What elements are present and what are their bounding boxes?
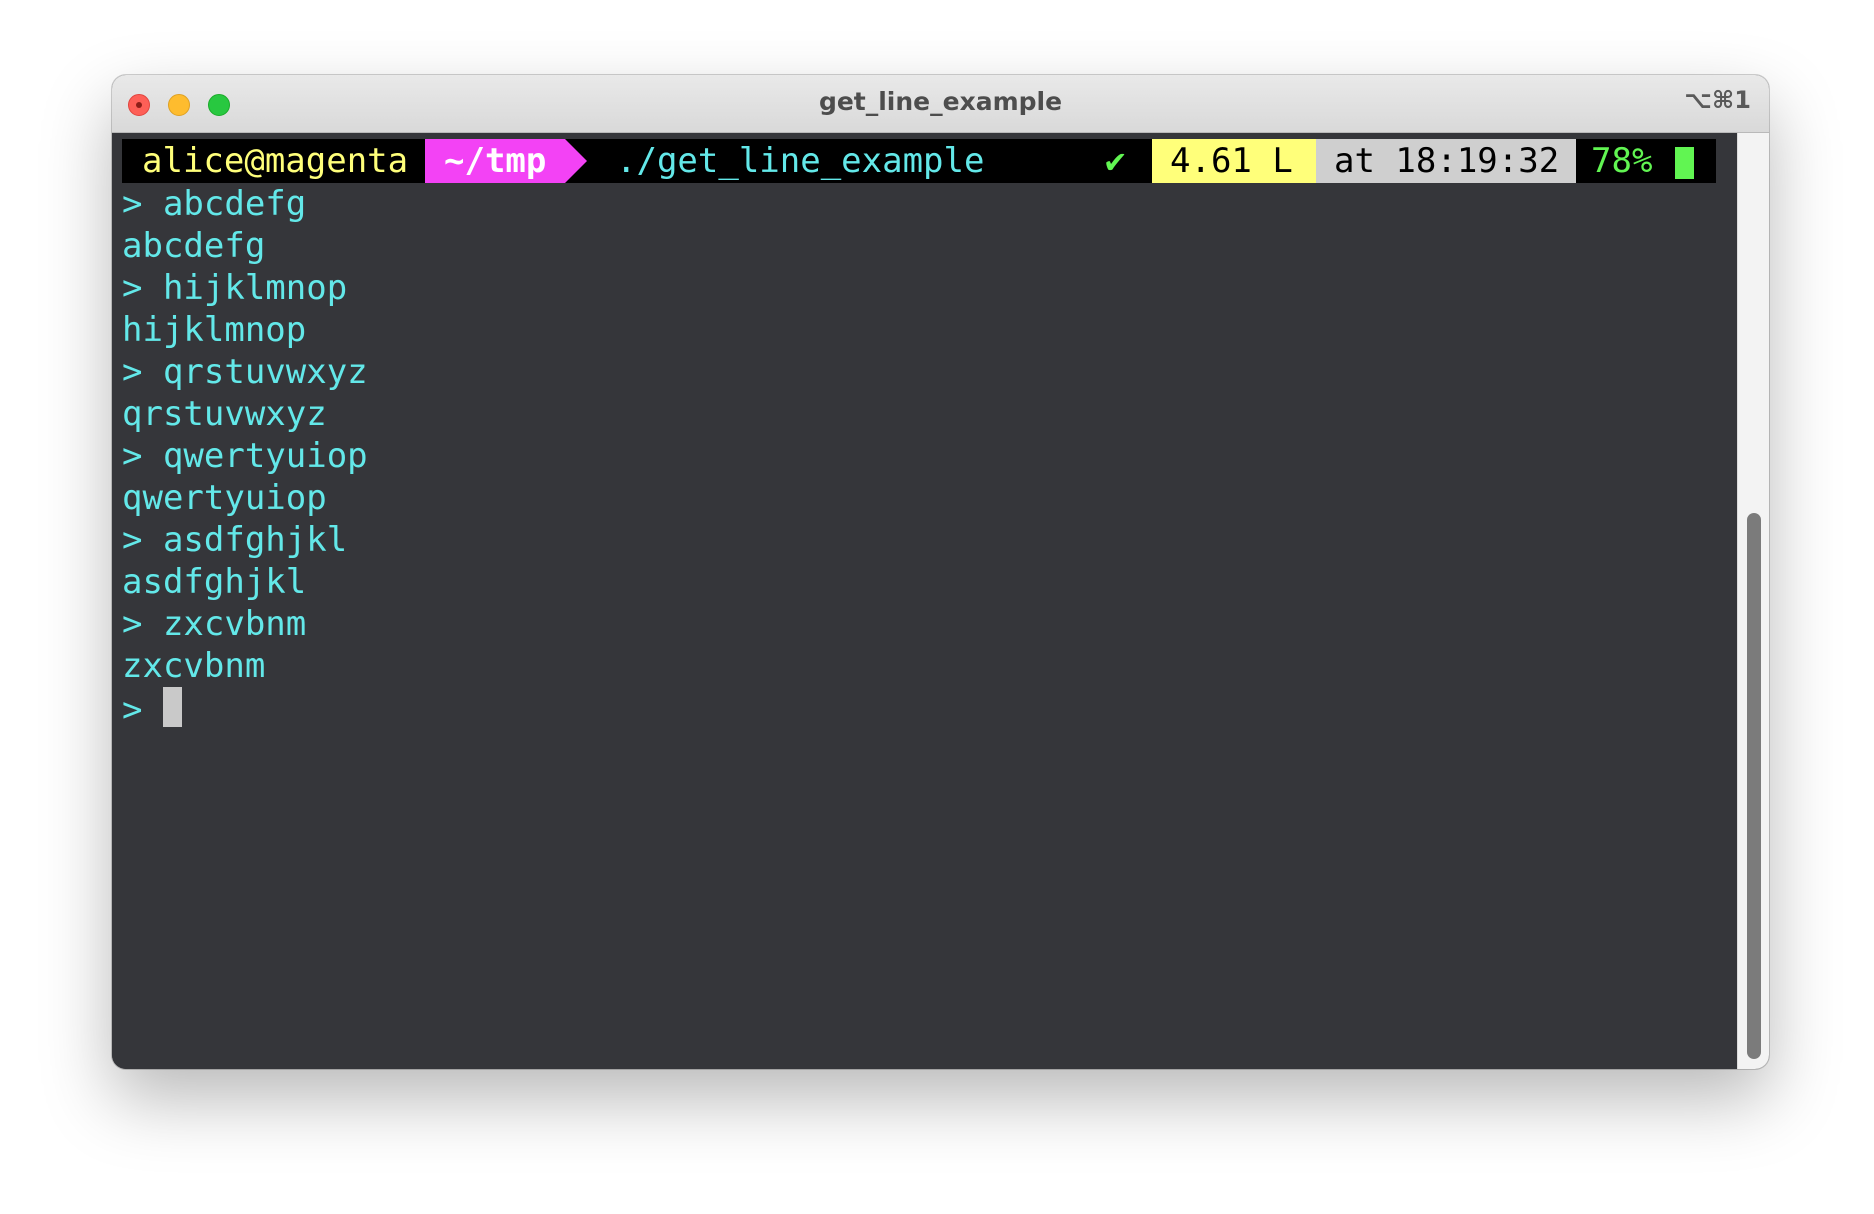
prompt-command: ./get_line_example — [616, 141, 985, 181]
prompt-battery: 78% — [1591, 141, 1653, 181]
input-prompt: > — [122, 690, 163, 730]
input-line[interactable]: > — [122, 687, 368, 730]
output-line: asdfghjkl — [122, 562, 307, 602]
right-prompt-separator-icon — [1054, 139, 1076, 183]
output-line: qrstuvwxyz — [122, 394, 327, 434]
output-line: > zxcvbnm — [122, 604, 307, 644]
title-bar[interactable]: get_line_example ⌥⌘1 — [112, 75, 1769, 133]
prompt-separator-icon — [565, 139, 587, 183]
output-line: hijklmnop — [122, 310, 307, 350]
output-line: qwertyuiop — [122, 478, 327, 518]
output-line: > qrstuvwxyz — [122, 352, 368, 392]
prompt-load-average: 4.61 L — [1152, 139, 1316, 183]
prompt-user-host: alice@magenta — [142, 141, 409, 181]
output-line: abcdefg — [122, 226, 266, 266]
scrollbar-thumb[interactable] — [1747, 513, 1761, 1059]
output-line: > asdfghjkl — [122, 520, 348, 560]
output-line: > abcdefg — [122, 184, 307, 224]
output-line: > hijklmnop — [122, 268, 348, 308]
text-cursor — [162, 687, 182, 727]
terminal-window: get_line_example ⌥⌘1 alice@magenta ~/tmp… — [112, 75, 1769, 1069]
terminal-content[interactable]: alice@magenta ~/tmp ./get_line_example ✔… — [112, 133, 1737, 1069]
battery-icon — [1675, 147, 1694, 179]
output-line: > qwertyuiop — [122, 436, 368, 476]
window-title: get_line_example — [818, 87, 1063, 116]
terminal-output: > abcdefg abcdefg > hijklmnop hijklmnop … — [122, 183, 368, 730]
output-line: zxcvbnm — [122, 646, 266, 686]
prompt-directory: ~/tmp — [425, 139, 565, 183]
window-shortcut: ⌥⌘1 — [1684, 86, 1751, 114]
prompt-bar: alice@magenta ~/tmp ./get_line_example ✔… — [122, 139, 1716, 183]
prompt-time: at 18:19:32 — [1316, 139, 1576, 183]
scrollbar[interactable] — [1737, 133, 1769, 1069]
status-check-icon: ✔ — [1105, 141, 1126, 181]
